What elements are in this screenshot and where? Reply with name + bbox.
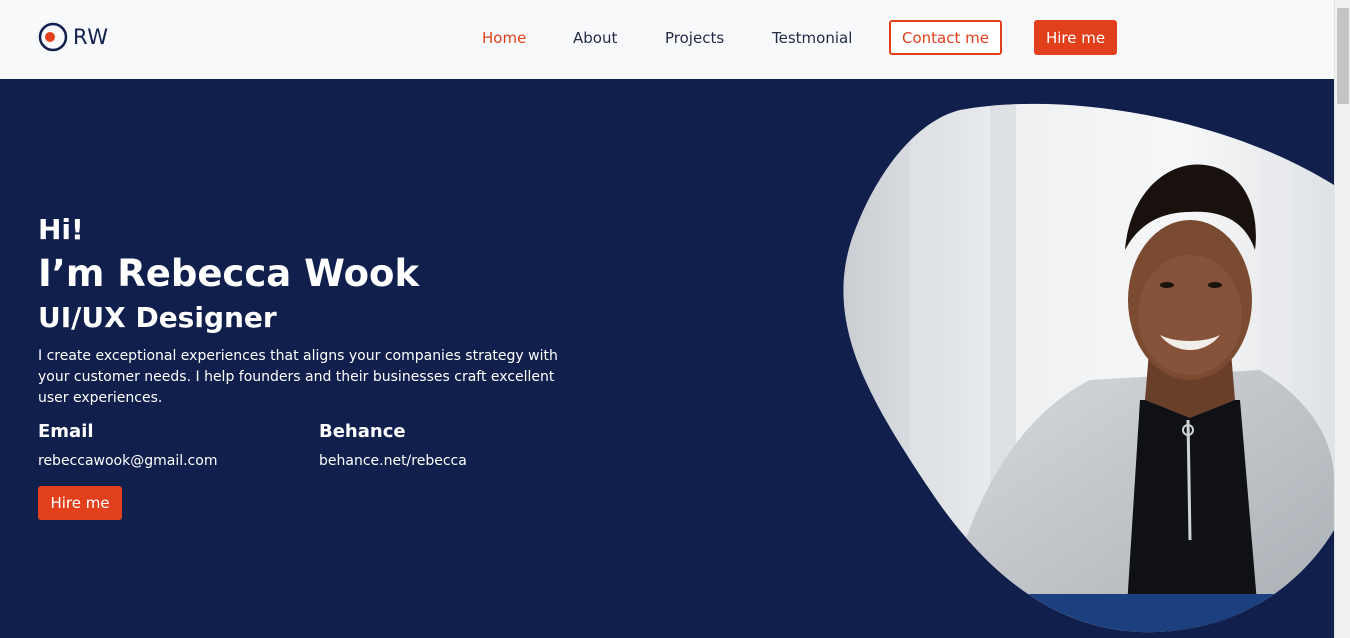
email-label: Email [38, 421, 94, 442]
contact-me-button[interactable]: Contact me [889, 20, 1002, 55]
top-header: RW Home About Projects Testmonial Contac… [0, 0, 1334, 79]
portrait-image [843, 103, 1334, 633]
nav-about-link[interactable]: About [573, 29, 617, 47]
email-value[interactable]: rebeccawook@gmail.com [38, 453, 217, 469]
behance-label: Behance [319, 421, 406, 442]
logo-icon [38, 22, 68, 52]
scrollbar-thumb[interactable] [1337, 8, 1349, 104]
hero-description: I create exceptional experiences that al… [38, 348, 558, 406]
hero-name: I’m Rebecca Wook [38, 252, 420, 295]
brand-logo[interactable]: RW [38, 22, 109, 52]
hero-role: UI/UX Designer [38, 301, 277, 334]
page-scrollbar[interactable] [1334, 0, 1350, 638]
hire-me-header-button[interactable]: Hire me [1034, 20, 1117, 55]
hero-greeting: Hi! [38, 213, 84, 246]
nav-home-link[interactable]: Home [482, 29, 526, 47]
nav-testimonial-link[interactable]: Testmonial [772, 29, 852, 47]
behance-value[interactable]: behance.net/rebecca [319, 453, 467, 469]
nav-projects-link[interactable]: Projects [665, 29, 724, 47]
hire-me-hero-button[interactable]: Hire me [38, 486, 122, 520]
logo-text: RW [73, 25, 109, 49]
hero-section: Hi! I’m Rebecca Wook UI/UX Designer I cr… [0, 79, 1334, 638]
